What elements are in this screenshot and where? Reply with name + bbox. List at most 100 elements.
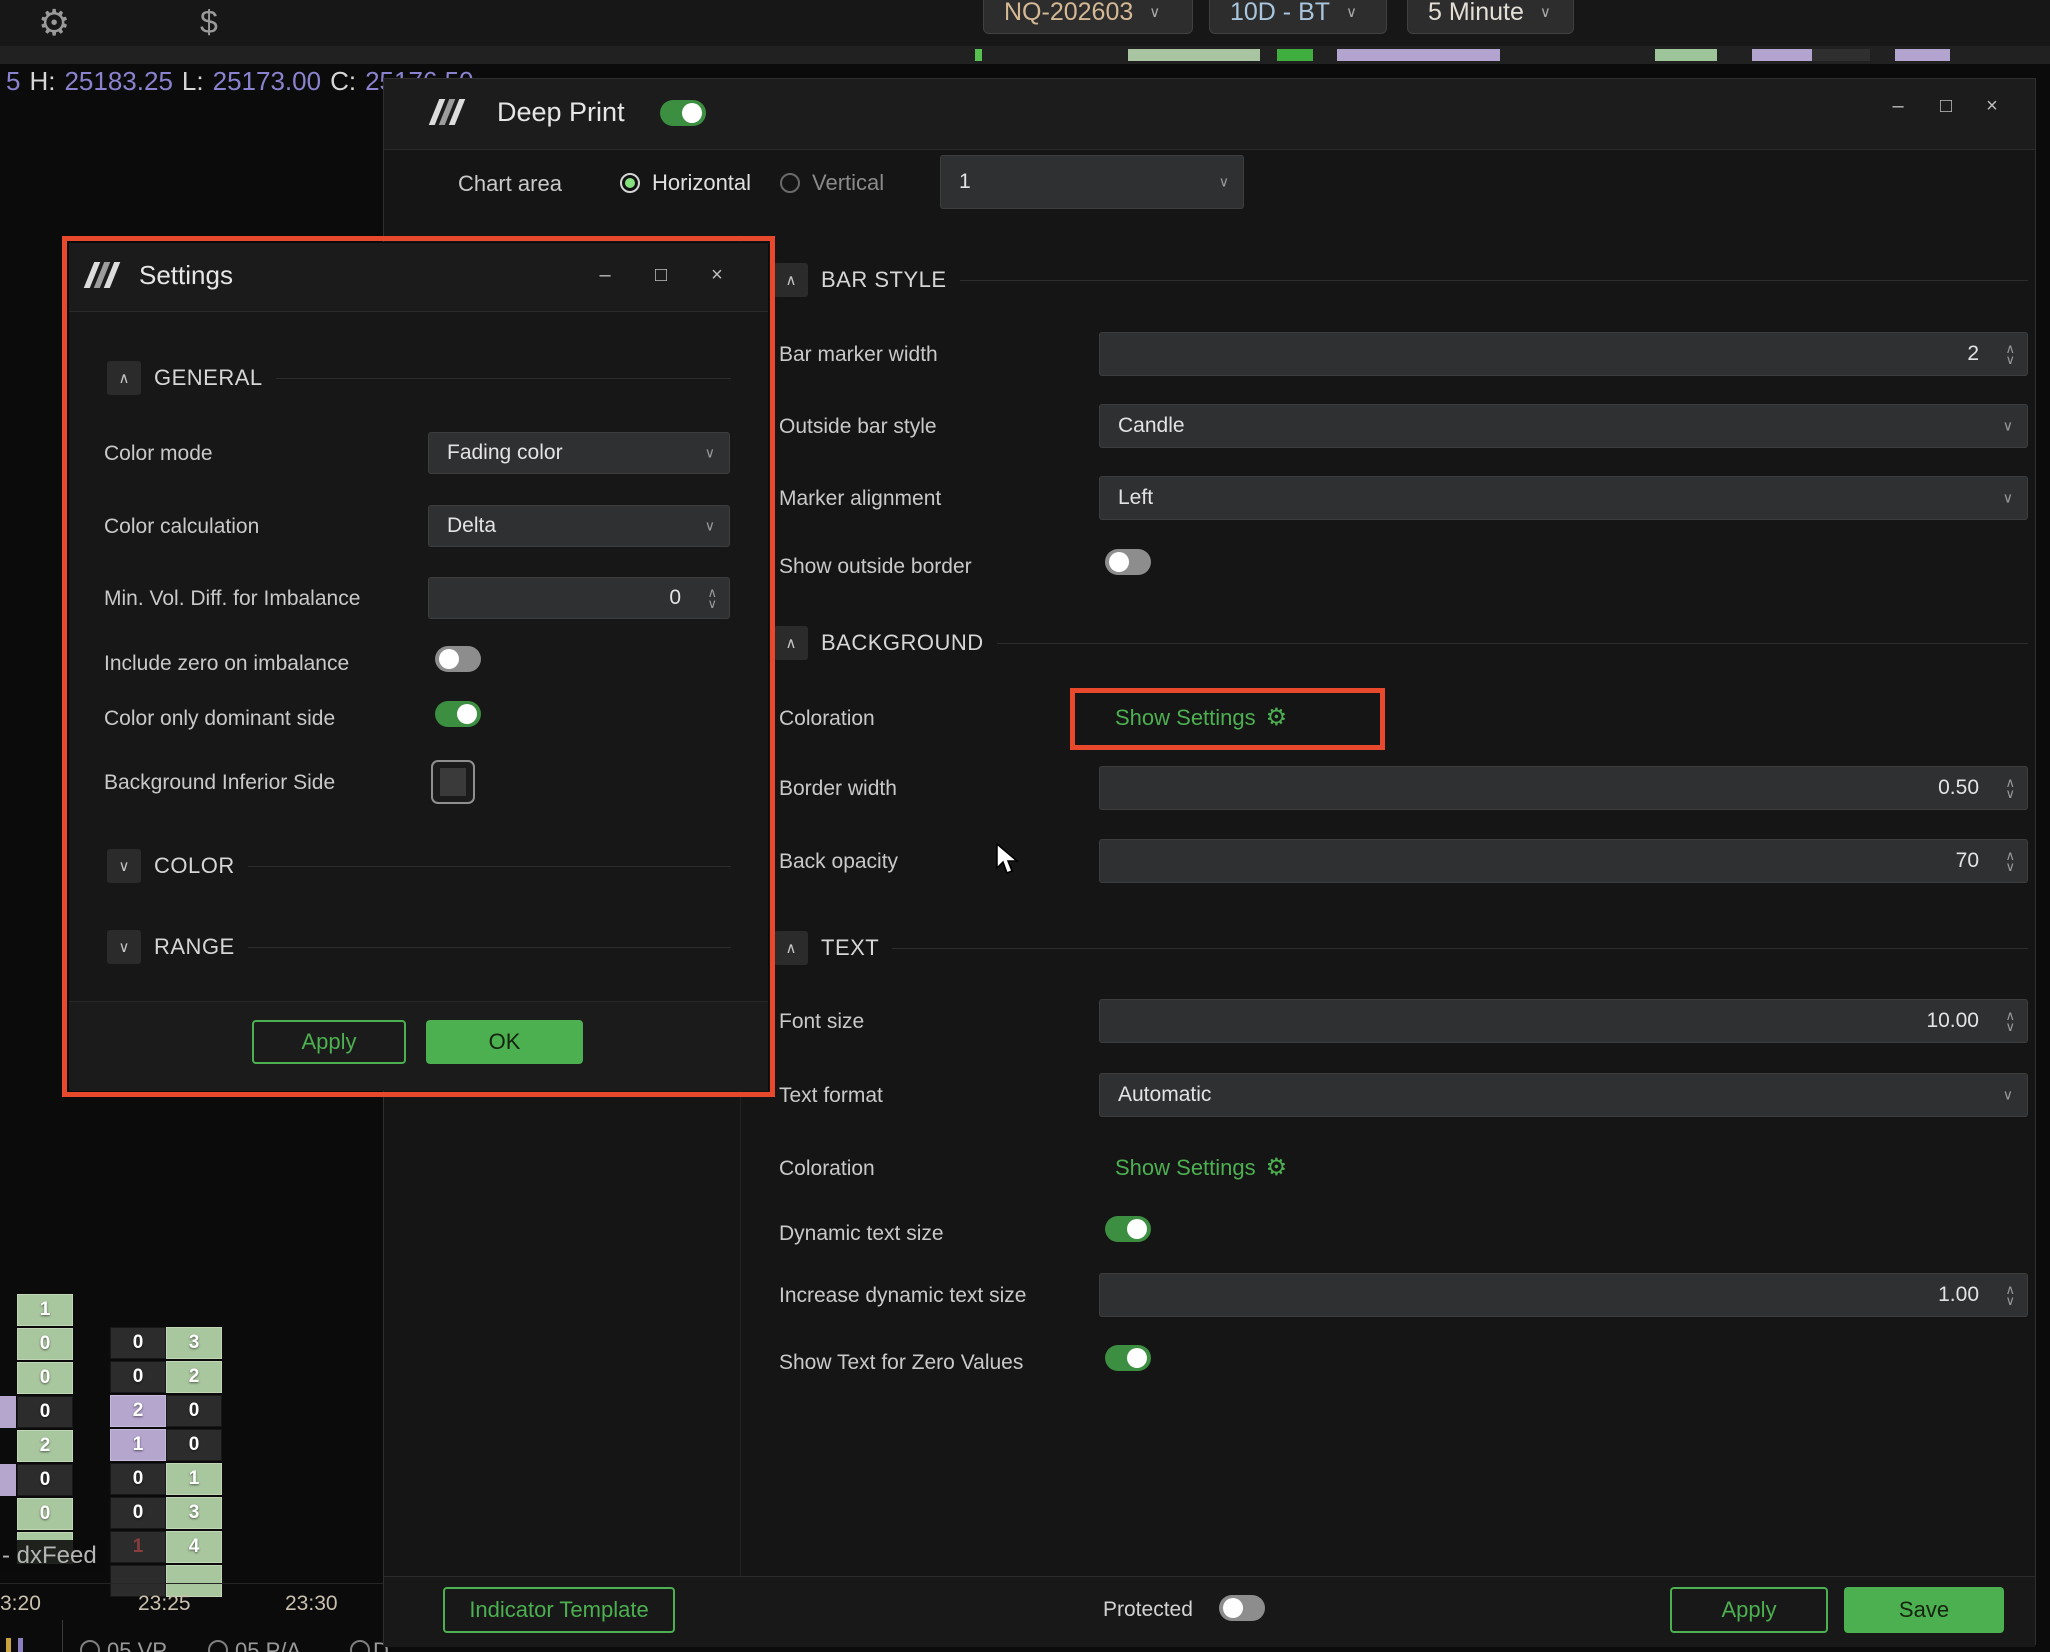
timeframe-value: 5 Minute: [1428, 0, 1524, 27]
settings-ok-button[interactable]: OK: [426, 1020, 583, 1064]
indicator-template-button[interactable]: Indicator Template: [443, 1587, 675, 1633]
deep-print-enabled-toggle[interactable]: [660, 100, 706, 126]
maximize-button[interactable]: □: [645, 260, 677, 290]
min-vol-diff-value: 0: [669, 586, 681, 610]
show-outside-border-toggle[interactable]: [1105, 549, 1151, 575]
high-value: 25183.25: [64, 66, 172, 97]
section-line: [960, 280, 2028, 281]
session-strip-segment: [1655, 49, 1717, 61]
expand-icon[interactable]: ∨: [107, 849, 141, 883]
radio-vertical-label[interactable]: Vertical: [812, 170, 884, 196]
section-title: COLOR: [154, 853, 235, 879]
spinner-arrows-icon[interactable]: ∧∨: [2005, 1284, 2015, 1306]
gear-icon: ⚙: [1266, 703, 1288, 732]
spinner-arrows-icon[interactable]: ∧∨: [2005, 1010, 2015, 1032]
text-format-select[interactable]: Automatic ∨: [1099, 1073, 2028, 1117]
session-strip-segment: [1277, 49, 1313, 61]
marker-alignment-value: Left: [1118, 486, 1153, 510]
font-size-input[interactable]: 10.00 ∧∨: [1099, 999, 2028, 1043]
chevron-down-icon: ∨: [705, 445, 715, 462]
back-opacity-value: 70: [1956, 849, 1979, 873]
close-button[interactable]: ×: [701, 260, 733, 290]
border-width-value: 0.50: [1938, 776, 1979, 800]
indicator-radio-icon[interactable]: [80, 1640, 100, 1652]
low-label: L:: [182, 66, 204, 97]
min-vol-diff-input[interactable]: 0 ∧∨: [428, 577, 730, 619]
save-button[interactable]: Save: [1844, 1587, 2004, 1633]
settings-gear-icon[interactable]: ⚙: [38, 2, 70, 44]
background-coloration-show-settings-link[interactable]: Show Settings ⚙: [1115, 703, 1287, 732]
collapse-icon[interactable]: ∧: [774, 263, 808, 297]
show-text-zero-values-toggle[interactable]: [1105, 1345, 1151, 1371]
chevron-down-icon: ∨: [1346, 3, 1357, 21]
spinner-arrows-icon[interactable]: ∧∨: [707, 587, 717, 609]
symbol-dropdown[interactable]: NQ-202603 ∨: [983, 0, 1193, 34]
range-dropdown[interactable]: 10D - BT ∨: [1209, 0, 1387, 34]
color-calculation-select[interactable]: Delta ∨: [428, 505, 730, 547]
indicator-radio-icon[interactable]: [350, 1640, 370, 1652]
dollar-icon[interactable]: $: [200, 4, 218, 41]
footprint-cell: 0: [166, 1395, 222, 1427]
bar-marker-width-label: Bar marker width: [779, 343, 938, 367]
include-zero-toggle[interactable]: [435, 646, 481, 672]
text-coloration-show-settings-link[interactable]: Show Settings ⚙: [1115, 1153, 1287, 1182]
outside-bar-style-select[interactable]: Candle ∨: [1099, 404, 2028, 448]
back-opacity-input[interactable]: 70 ∧∨: [1099, 839, 2028, 883]
color-mode-value: Fading color: [447, 441, 563, 465]
color-dominant-toggle[interactable]: [435, 701, 481, 727]
border-width-label: Border width: [779, 777, 897, 801]
bar-marker-width-input[interactable]: 2 ∧∨: [1099, 332, 2028, 376]
indicator-tab-label[interactable]: 05 P/A: [235, 1638, 301, 1652]
dxfeed-watermark: - dxFeed: [0, 1540, 105, 1572]
gear-icon: ⚙: [1266, 1153, 1288, 1182]
color-calculation-value: Delta: [447, 514, 496, 538]
radio-horizontal[interactable]: [620, 173, 640, 193]
color-mode-select[interactable]: Fading color ∨: [428, 432, 730, 474]
timeframe-dropdown[interactable]: 5 Minute ∨: [1407, 0, 1574, 34]
minimize-button[interactable]: –: [1882, 91, 1914, 121]
section-range: ∨ RANGE: [107, 930, 731, 964]
close-button[interactable]: ×: [1976, 91, 2008, 121]
outside-bar-style-label: Outside bar style: [779, 415, 937, 439]
session-strip-segment: [1337, 49, 1500, 61]
maximize-button[interactable]: □: [1930, 91, 1962, 121]
apply-button[interactable]: Apply: [1670, 1587, 1828, 1633]
spinner-arrows-icon[interactable]: ∧∨: [2005, 343, 2015, 365]
expand-icon[interactable]: ∨: [107, 930, 141, 964]
spinner-arrows-icon[interactable]: ∧∨: [2005, 777, 2015, 799]
spinner-arrows-icon[interactable]: ∧∨: [2005, 850, 2015, 872]
range-value: 10D - BT: [1230, 0, 1330, 27]
collapse-icon[interactable]: ∧: [774, 626, 808, 660]
minimize-button[interactable]: –: [589, 260, 621, 290]
mouse-cursor: [995, 843, 1023, 877]
settings-apply-button[interactable]: Apply: [252, 1020, 406, 1064]
section-title: RANGE: [154, 934, 235, 960]
footprint-cell: 0: [17, 1362, 73, 1394]
radio-vertical[interactable]: [780, 173, 800, 193]
session-strip-segment: [1812, 49, 1870, 61]
show-settings-text: Show Settings: [1115, 705, 1256, 731]
radio-horizontal-label[interactable]: Horizontal: [652, 170, 751, 196]
include-zero-label: Include zero on imbalance: [104, 652, 349, 676]
dynamic-text-size-toggle[interactable]: [1105, 1216, 1151, 1242]
border-width-input[interactable]: 0.50 ∧∨: [1099, 766, 2028, 810]
increase-dynamic-text-size-input[interactable]: 1.00 ∧∨: [1099, 1273, 2028, 1317]
collapse-icon[interactable]: ∧: [107, 361, 141, 395]
protected-toggle[interactable]: [1219, 1595, 1265, 1621]
chart-area-select[interactable]: 1 ∨: [940, 155, 1244, 209]
settings-dialog: Settings – □ × ∧ GENERAL Color mode Fadi…: [68, 242, 769, 1091]
indicator-radio-icon[interactable]: [208, 1640, 228, 1652]
marker-alignment-select[interactable]: Left ∨: [1099, 476, 2028, 520]
indicator-tab-label[interactable]: 05 VP: [107, 1638, 167, 1652]
dynamic-text-size-label: Dynamic text size: [779, 1222, 944, 1246]
footprint-cell: 0: [166, 1429, 222, 1461]
footprint-cell: 0: [17, 1464, 73, 1496]
background-inferior-color-swatch[interactable]: [431, 760, 475, 804]
chevron-down-icon: ∨: [1219, 174, 1229, 191]
section-bar-style: ∧ BAR STYLE: [774, 263, 2028, 297]
show-settings-text: Show Settings: [1115, 1155, 1256, 1181]
collapse-icon[interactable]: ∧: [774, 931, 808, 965]
footprint-cell: 3: [166, 1327, 222, 1359]
settings-footer: [69, 1001, 768, 1091]
low-value: 25173.00: [213, 66, 321, 97]
